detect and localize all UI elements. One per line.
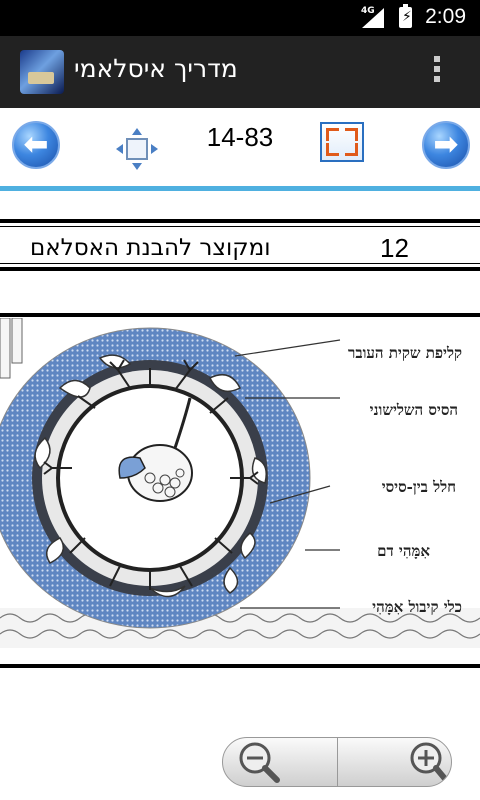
accent-divider — [0, 186, 480, 191]
forward-button[interactable]: ➡ — [422, 121, 470, 169]
content-row: ומקוצר להבנת האסלאם 12 — [0, 231, 480, 265]
clock: 2:09 — [425, 5, 466, 28]
zoom-out-button[interactable] — [223, 738, 337, 786]
zoom-in-button[interactable] — [338, 738, 451, 786]
label-tertiary-villus: הסיס השלישוני — [369, 401, 458, 419]
app-title: מדריך איסלאמי — [74, 54, 238, 83]
signal-icon — [362, 8, 384, 28]
rule-bottom-thick — [0, 267, 480, 271]
label-amniotic-sac: קליפת שקית העובר — [347, 344, 462, 362]
rule-top-thin — [0, 226, 480, 227]
back-button[interactable]: ⬅ — [12, 121, 60, 169]
move-arrows-icon[interactable] — [114, 126, 160, 172]
zoom-in-icon — [410, 742, 449, 783]
row-number: 12 — [380, 233, 409, 263]
arrow-right-icon: ➡ — [433, 127, 459, 162]
label-maternal-blood: אִמָּהִי דם — [377, 542, 430, 560]
app-icon[interactable] — [20, 50, 64, 94]
action-bar: מדריך איסלאמי — [0, 36, 480, 108]
arrow-left-icon: ⬅ — [23, 127, 49, 162]
figure-border-top — [0, 313, 480, 317]
overflow-menu-icon[interactable] — [430, 56, 444, 90]
figure-border-bottom — [0, 664, 480, 668]
label-maternal-vessel: כלי קיבול אִמָּהִי — [372, 598, 462, 616]
zoom-out-icon — [239, 742, 280, 783]
label-intervillous-space: חלל בין-סיסי — [381, 478, 456, 496]
row-text: ומקוצר להבנת האסלאם — [30, 235, 271, 261]
fullscreen-icon[interactable] — [320, 122, 364, 162]
status-bar: 4G ⚡ 2:09 — [0, 0, 480, 36]
zoom-control — [222, 737, 452, 787]
battery-icon: ⚡ — [399, 4, 412, 28]
rule-top-thick — [0, 219, 480, 223]
rule-bottom-thin — [0, 263, 480, 264]
page-indicator: 14-83 — [206, 122, 274, 152]
navigation-toolbar: ⬅ 14-83 ➡ — [0, 108, 480, 186]
embryo-diagram: קליפת שקית העובר הסיס השלישוני חלל בין-ס… — [0, 318, 480, 666]
